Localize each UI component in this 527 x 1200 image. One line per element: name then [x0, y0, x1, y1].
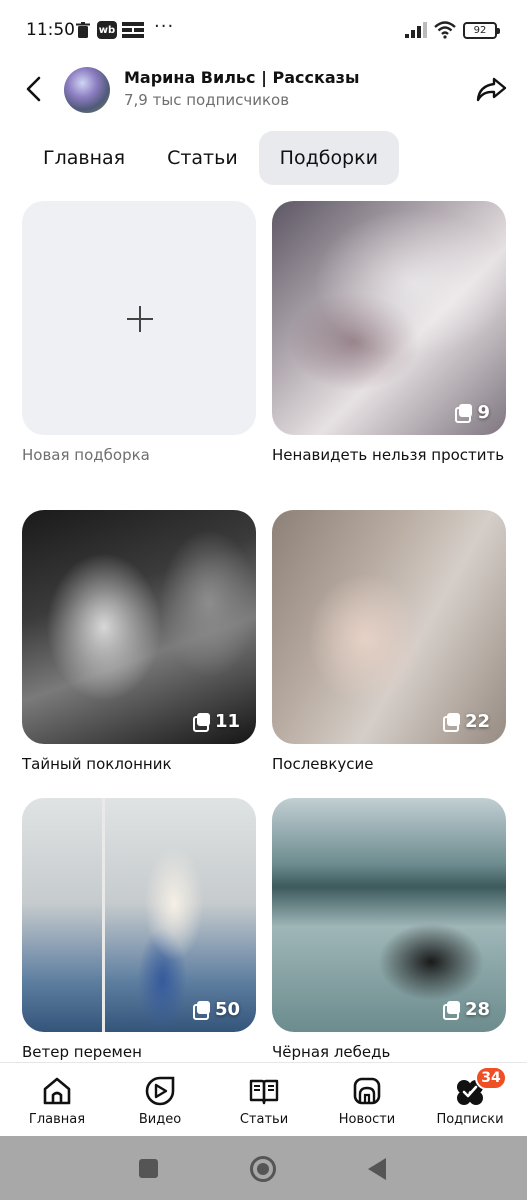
back-button[interactable] — [20, 74, 48, 104]
item-count: 9 — [477, 402, 490, 423]
status-bar: 11:50 wb ··· 92 — [0, 0, 527, 62]
notification-badge: 34 — [475, 1066, 507, 1090]
plus-icon — [127, 306, 153, 332]
nav-home-label: Главная — [28, 1112, 86, 1127]
item-count: 50 — [214, 999, 240, 1020]
nav-video[interactable]: Видео — [110, 1063, 210, 1137]
home-button[interactable] — [250, 1156, 276, 1182]
collection-cover[interactable]: 11 — [22, 510, 256, 744]
item-count: 28 — [464, 999, 490, 1020]
collection-cover[interactable]: 22 — [272, 510, 506, 744]
item-count: 11 — [214, 711, 240, 732]
channel-header: Марина Вильс | Рассказы 7,9 тыс подписчи… — [0, 62, 527, 120]
avatar[interactable] — [64, 67, 110, 113]
stack-icon — [442, 713, 460, 732]
collection-title[interactable]: Ветер перемен — [22, 1042, 256, 1063]
signal-icon — [405, 22, 427, 38]
collection-cover[interactable]: 28 — [272, 798, 506, 1032]
channel-tabs: Главная Статьи Подборки — [22, 131, 399, 185]
recents-button[interactable] — [139, 1159, 158, 1178]
tab-collections[interactable]: Подборки — [258, 131, 399, 185]
tab-articles[interactable]: Статьи — [146, 131, 259, 185]
play-icon — [145, 1076, 175, 1106]
item-count: 22 — [464, 711, 490, 732]
share-icon[interactable] — [474, 74, 508, 104]
collection-title[interactable]: Ненавидеть нельзя простить — [272, 445, 506, 466]
item-count-badge: 50 — [192, 999, 240, 1020]
collection-title[interactable]: Чёрная лебедь — [272, 1042, 506, 1063]
home-icon — [43, 1077, 71, 1105]
nav-articles-label: Статьи — [239, 1112, 289, 1127]
item-count-badge: 28 — [442, 999, 490, 1020]
more-notifications-icon: ··· — [154, 16, 175, 37]
back-nav-button[interactable] — [368, 1158, 386, 1180]
nav-news-label: Новости — [338, 1112, 396, 1127]
new-collection-label: Новая подборка — [22, 446, 150, 464]
nav-articles[interactable]: Статьи — [214, 1063, 314, 1137]
collection-cover[interactable]: 50 — [22, 798, 256, 1032]
book-icon — [249, 1079, 279, 1105]
nav-news[interactable]: Новости — [317, 1063, 417, 1137]
tab-main[interactable]: Главная — [22, 131, 146, 185]
item-count-badge: 22 — [442, 711, 490, 732]
sail-mast — [102, 798, 105, 1032]
nav-video-label: Видео — [138, 1112, 182, 1127]
bottom-navigation: Главная Видео Статьи Новости Подписки — [0, 1062, 527, 1136]
grid-notification-icon — [122, 22, 144, 38]
item-count-badge: 11 — [192, 711, 240, 732]
stack-icon — [442, 1001, 460, 1020]
battery-icon: 92 — [463, 22, 500, 39]
stack-icon — [192, 713, 210, 732]
new-collection-button[interactable] — [22, 201, 256, 435]
trash-icon — [76, 22, 90, 38]
channel-name[interactable]: Марина Вильс | Рассказы — [124, 68, 359, 87]
stack-icon — [192, 1001, 210, 1020]
collection-cover[interactable]: 9 — [272, 201, 506, 435]
stack-icon — [455, 404, 473, 423]
collection-title[interactable]: Тайный поклонник — [22, 754, 256, 775]
nav-subscriptions-label: Подписки — [436, 1112, 504, 1127]
nav-home[interactable]: Главная — [7, 1063, 107, 1137]
news-icon — [353, 1077, 381, 1105]
status-time: 11:50 — [26, 20, 75, 40]
subscriber-count: 7,9 тыс подписчиков — [124, 91, 290, 109]
collection-title[interactable]: Послевкусие — [272, 754, 506, 775]
wifi-icon — [434, 21, 456, 39]
wb-app-icon: wb — [97, 21, 117, 39]
item-count-badge: 9 — [455, 402, 490, 423]
